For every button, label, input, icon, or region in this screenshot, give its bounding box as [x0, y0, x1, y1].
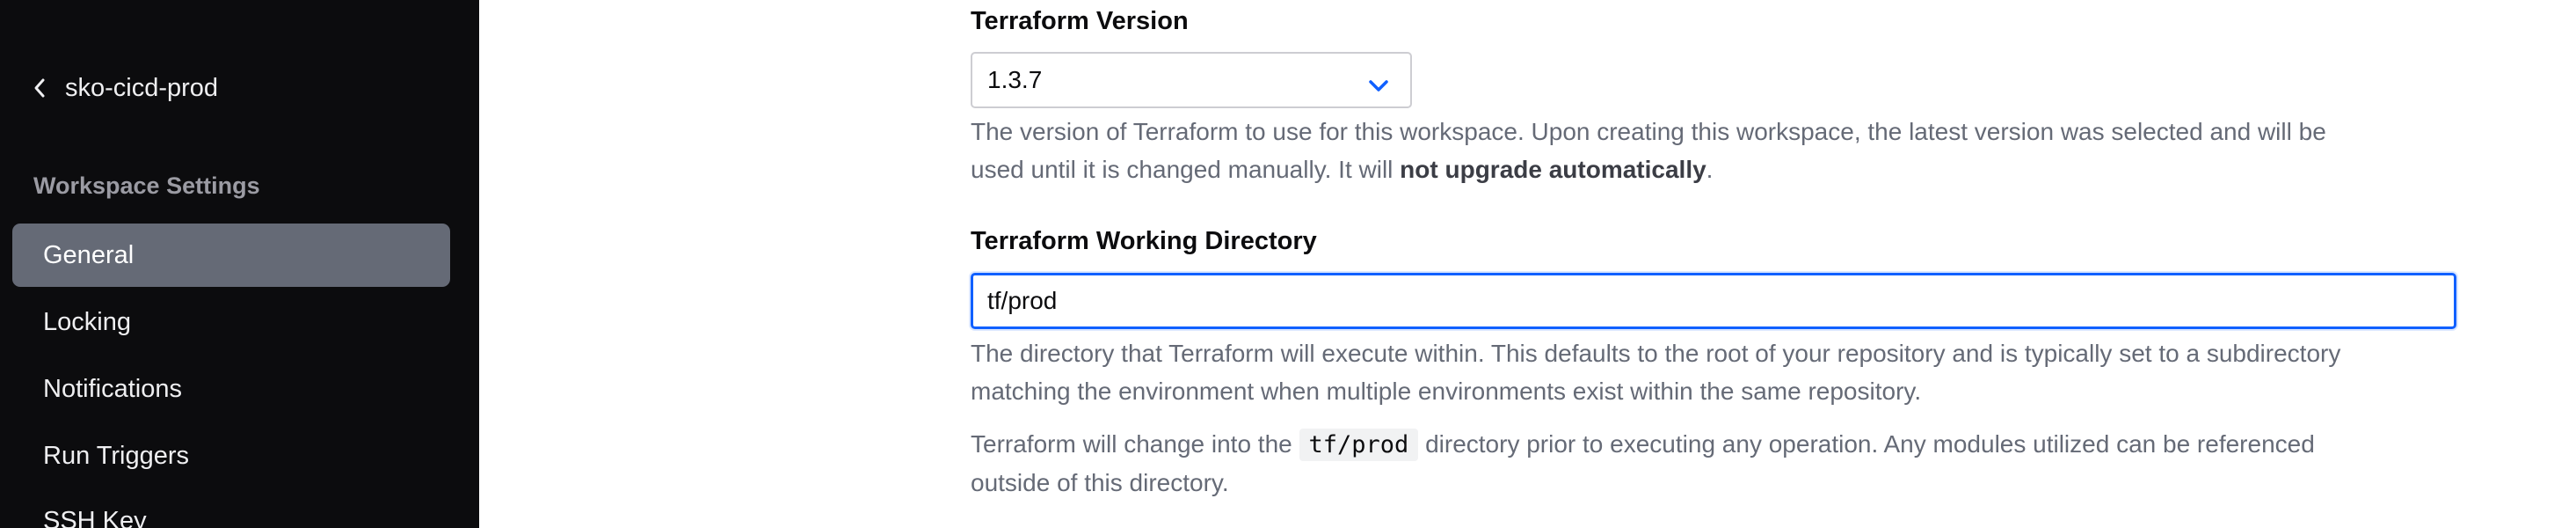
- sidebar-item-label: Locking: [43, 307, 131, 336]
- sidebar-item-label: SSH Key: [43, 506, 147, 528]
- terraform-version-help: The version of Terraform to use for this…: [971, 113, 2483, 188]
- help-text: .: [1706, 156, 1714, 183]
- help-emphasis: not upgrade automatically: [1400, 156, 1706, 183]
- sidebar: sko-cicd-prod Workspace Settings General…: [0, 0, 479, 528]
- help-text: directory prior to executing any operati…: [1418, 430, 2315, 458]
- back-to-workspace-link[interactable]: sko-cicd-prod: [33, 69, 218, 107]
- sidebar-item-notifications[interactable]: Notifications: [12, 357, 450, 421]
- sidebar-item-label: Run Triggers: [43, 441, 190, 470]
- sidebar-item-locking[interactable]: Locking: [12, 290, 450, 354]
- help-line: Terraform will change into the tf/prod d…: [971, 425, 2483, 464]
- help-text: Terraform will change into the: [971, 430, 1299, 458]
- help-line: outside of this directory.: [971, 469, 1229, 496]
- working-directory-label: Terraform Working Directory: [971, 227, 1317, 255]
- sidebar-item-label: General: [43, 240, 135, 269]
- terraform-version-select[interactable]: 1.3.7: [971, 52, 1412, 108]
- terraform-version-label: Terraform Version: [971, 7, 1189, 35]
- sidebar-item-general[interactable]: General: [12, 224, 450, 287]
- working-directory-input[interactable]: [971, 273, 2456, 329]
- terraform-version-value: 1.3.7: [987, 66, 1043, 93]
- help-line: The directory that Terraform will execut…: [971, 340, 2341, 367]
- directory-code: tf/prod: [1299, 429, 1419, 461]
- help-line: The version of Terraform to use for this…: [971, 118, 2326, 145]
- working-directory-note: Terraform will change into the tf/prod d…: [971, 425, 2483, 502]
- workspace-name: sko-cicd-prod: [65, 73, 219, 102]
- section-title: Workspace Settings: [33, 172, 260, 199]
- working-directory-help: The directory that Terraform will execut…: [971, 334, 2483, 410]
- sidebar-item-run-triggers[interactable]: Run Triggers: [12, 424, 450, 488]
- chevron-left-icon: [33, 77, 46, 99]
- sidebar-item-ssh-key[interactable]: SSH Key: [12, 489, 450, 528]
- help-text: used until it is changed manually. It wi…: [971, 156, 1401, 183]
- sidebar-item-label: Notifications: [43, 374, 182, 403]
- help-line: matching the environment when multiple e…: [971, 378, 1922, 405]
- help-line: used until it is changed manually. It wi…: [971, 150, 2483, 188]
- chevron-down-icon: [1368, 71, 1389, 99]
